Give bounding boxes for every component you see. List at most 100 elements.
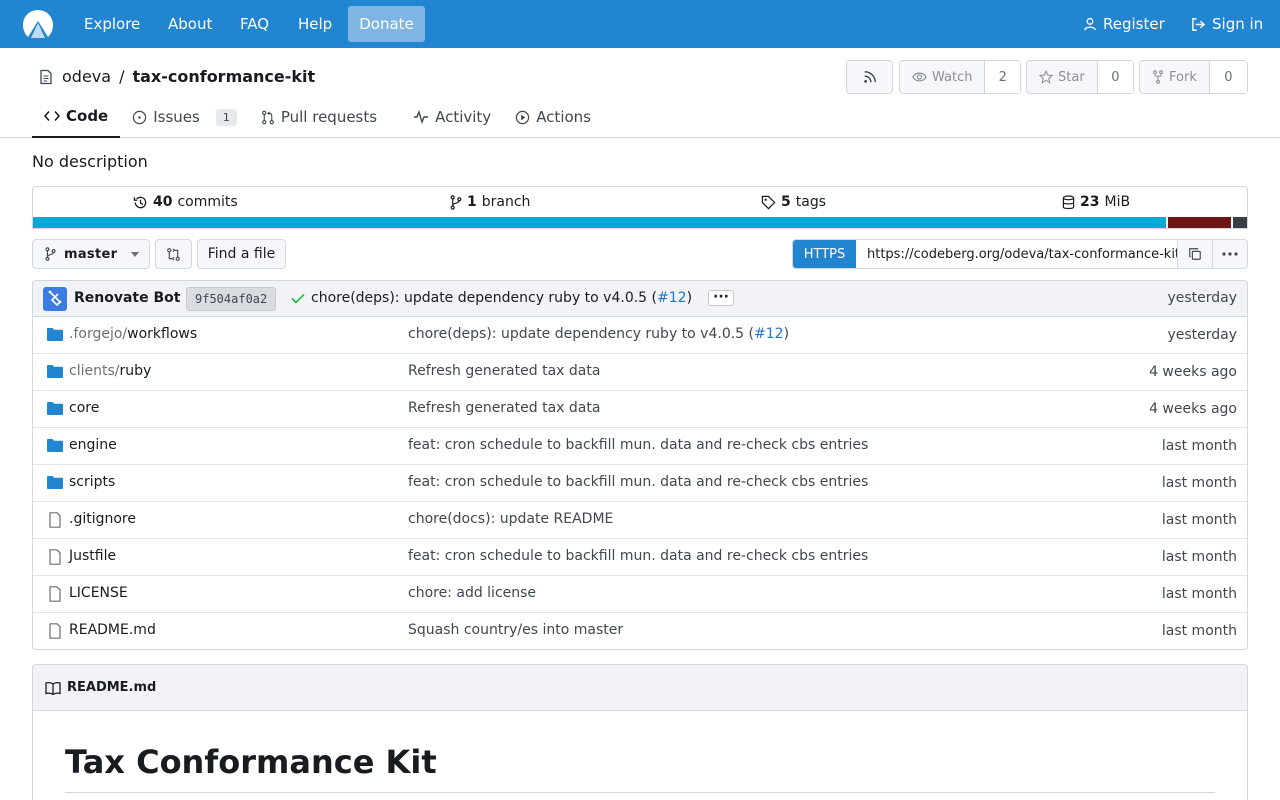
register-link[interactable]: Register bbox=[1083, 0, 1165, 48]
file-name-link[interactable]: clients/ruby bbox=[69, 363, 151, 379]
repo-owner-link[interactable]: odeva bbox=[62, 67, 111, 86]
watch-label: Watch bbox=[932, 69, 973, 85]
top-navbar: Explore About FAQ Help Donate Register S… bbox=[0, 0, 1280, 48]
file-commit-message-link[interactable]: chore(deps): update dependency ruby to v… bbox=[408, 326, 789, 342]
file-commit-message-link[interactable]: Squash country/es into master bbox=[408, 622, 623, 638]
commit-pr-link[interactable]: #12 bbox=[657, 290, 687, 306]
copy-icon bbox=[1188, 247, 1202, 261]
fork-count[interactable]: 0 bbox=[1208, 61, 1247, 93]
tab-pull-requests[interactable]: Pull requests bbox=[249, 96, 389, 138]
watch-count[interactable]: 2 bbox=[984, 61, 1020, 93]
latest-commit-row: Renovate Bot 9f504af0a2 chore(deps): upd… bbox=[33, 281, 1247, 317]
file-name-text: LICENSE bbox=[69, 585, 128, 601]
readme-heading-rule bbox=[65, 792, 1215, 793]
nav-help-link[interactable]: Help bbox=[298, 0, 332, 48]
commits-label: commits bbox=[177, 194, 238, 210]
file-name-link[interactable]: Justfile bbox=[69, 548, 116, 564]
branch-count: 1 bbox=[467, 194, 477, 210]
fork-button[interactable]: Fork bbox=[1140, 61, 1209, 93]
tags-stat[interactable]: 5 tags bbox=[761, 187, 826, 217]
language-segment[interactable] bbox=[33, 217, 1167, 228]
language-bar[interactable] bbox=[33, 217, 1247, 228]
tab-actions[interactable]: Actions bbox=[503, 96, 603, 138]
rss-feed-button[interactable] bbox=[846, 60, 893, 94]
branches-stat[interactable]: 1 branch bbox=[450, 187, 530, 217]
rss-icon bbox=[863, 61, 877, 93]
branch-selector-icon bbox=[45, 247, 56, 261]
file-name-text: workflows bbox=[127, 326, 198, 342]
tab-issues[interactable]: Issues 1 bbox=[120, 96, 249, 138]
readme-filename-link[interactable]: README.md bbox=[67, 680, 156, 695]
commit-expand-button[interactable]: ··· bbox=[708, 290, 735, 306]
star-button[interactable]: Star bbox=[1027, 61, 1097, 93]
file-row: engine feat: cron schedule to backfill mu… bbox=[33, 428, 1247, 465]
file-name-link[interactable]: .gitignore bbox=[69, 511, 136, 527]
commits-stat[interactable]: 40 commits bbox=[133, 187, 238, 217]
folder-icon bbox=[46, 438, 64, 454]
donate-button[interactable]: Donate bbox=[348, 6, 425, 42]
file-name-link[interactable]: engine bbox=[69, 437, 117, 453]
watch-button[interactable]: Watch bbox=[900, 61, 984, 93]
copy-url-button[interactable] bbox=[1177, 240, 1212, 268]
compare-button[interactable] bbox=[155, 239, 192, 269]
commits-count: 40 bbox=[153, 194, 173, 210]
file-commit-message-close: ) bbox=[783, 326, 790, 342]
register-label: Register bbox=[1103, 15, 1165, 33]
branch-selector[interactable]: master bbox=[32, 239, 150, 269]
file-commit-message-link[interactable]: chore(docs): update README bbox=[408, 511, 613, 527]
clone-panel: HTTPS https://codeberg.org/odeva/tax-con… bbox=[792, 239, 1248, 269]
file-commit-time: last month bbox=[1161, 623, 1237, 639]
watch-button-group: Watch 2 bbox=[899, 60, 1021, 94]
tags-count: 5 bbox=[781, 194, 791, 210]
nav-about-link[interactable]: About bbox=[168, 0, 212, 48]
file-commit-message-link[interactable]: chore: add license bbox=[408, 585, 536, 601]
file-commit-message-link[interactable]: Refresh generated tax data bbox=[408, 363, 600, 379]
file-commit-message-link[interactable]: feat: cron schedule to backfill mun. dat… bbox=[408, 474, 868, 490]
file-commit-message-text: feat: cron schedule to backfill mun. dat… bbox=[408, 474, 869, 490]
file-commit-time: 4 weeks ago bbox=[1149, 364, 1237, 380]
clone-url-input[interactable]: https://codeberg.org/odeva/tax-conforman… bbox=[856, 240, 1177, 268]
clone-more-button[interactable] bbox=[1212, 240, 1247, 268]
find-file-button[interactable]: Find a file bbox=[197, 239, 286, 269]
readme-heading: Tax Conformance Kit bbox=[65, 743, 437, 781]
tab-pull-requests-label: Pull requests bbox=[280, 108, 378, 126]
commit-sha-button[interactable]: 9f504af0a2 bbox=[186, 287, 277, 311]
eye-icon bbox=[912, 71, 927, 83]
file-commit-message-text: feat: cron schedule to backfill mun. dat… bbox=[408, 548, 869, 564]
file-name-link[interactable]: scripts bbox=[69, 474, 115, 490]
file-row: clients/ruby Refresh generated tax data 4 … bbox=[33, 354, 1247, 391]
file-commit-time: last month bbox=[1161, 438, 1237, 454]
language-segment[interactable] bbox=[1233, 217, 1247, 228]
file-commit-message-link[interactable]: feat: cron schedule to backfill mun. dat… bbox=[408, 437, 868, 453]
file-name-link[interactable]: LICENSE bbox=[69, 585, 128, 601]
commit-message-link[interactable]: chore(deps): update dependency ruby to v… bbox=[311, 290, 692, 306]
file-name-text: scripts bbox=[69, 474, 116, 490]
repo-name-link[interactable]: tax-conformance-kit bbox=[132, 67, 315, 86]
tab-code[interactable]: Code bbox=[32, 96, 121, 138]
tab-activity[interactable]: Activity bbox=[401, 96, 503, 138]
size-stat: 23 MiB bbox=[1062, 187, 1130, 217]
author-avatar[interactable] bbox=[43, 287, 67, 311]
nav-faq-link[interactable]: FAQ bbox=[240, 0, 269, 48]
codeberg-logo-icon[interactable] bbox=[22, 9, 54, 39]
file-commit-pr-link[interactable]: #12 bbox=[754, 326, 784, 342]
sign-in-link[interactable]: Sign in bbox=[1191, 0, 1263, 48]
file-row: scripts feat: cron schedule to backfill m… bbox=[33, 465, 1247, 502]
nav-explore-link[interactable]: Explore bbox=[84, 0, 140, 48]
star-button-group: Star 0 bbox=[1026, 60, 1134, 94]
file-commit-time: last month bbox=[1161, 512, 1237, 528]
file-commit-message-link[interactable]: Refresh generated tax data bbox=[408, 400, 600, 416]
commit-author-link[interactable]: Renovate Bot bbox=[74, 290, 180, 306]
file-name-prefix: clients/ bbox=[69, 363, 120, 379]
fork-icon bbox=[1152, 70, 1164, 84]
file-name-text: Justfile bbox=[69, 548, 117, 564]
file-name-text: .gitignore bbox=[69, 511, 136, 527]
file-commit-message-text: chore(docs): update README bbox=[408, 511, 614, 527]
language-segment[interactable] bbox=[1168, 217, 1232, 228]
clone-protocol-button[interactable]: HTTPS bbox=[793, 240, 856, 268]
file-name-link[interactable]: .forgejo/workflows bbox=[69, 326, 197, 342]
file-name-link[interactable]: core bbox=[69, 400, 99, 416]
file-commit-message-link[interactable]: feat: cron schedule to backfill mun. dat… bbox=[408, 548, 868, 564]
star-count[interactable]: 0 bbox=[1096, 61, 1133, 93]
file-name-link[interactable]: README.md bbox=[69, 622, 156, 638]
